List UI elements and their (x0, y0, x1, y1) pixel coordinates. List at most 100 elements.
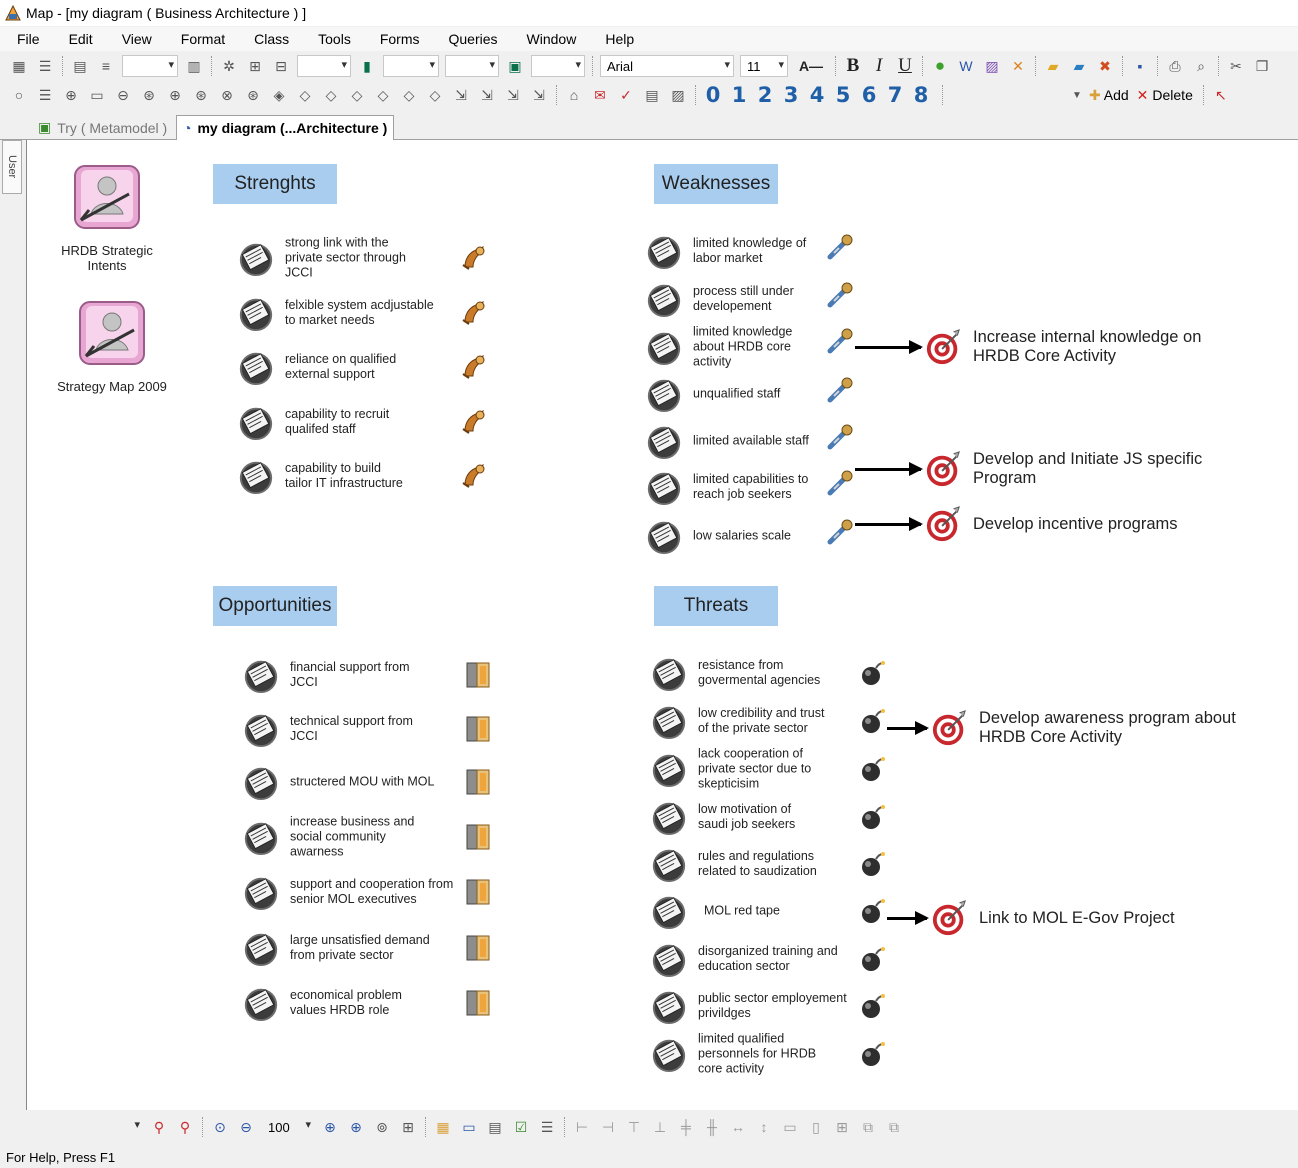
view-combo[interactable] (9, 1116, 143, 1138)
space-horizontal-icon[interactable]: ↔ (728, 1117, 748, 1137)
check-box-icon[interactable]: ☑ (511, 1117, 531, 1137)
minus-circle-icon[interactable]: ⊖ (113, 85, 133, 105)
diamond-icon[interactable]: ◇ (425, 85, 445, 105)
diamond-icon[interactable]: ◇ (295, 85, 315, 105)
order-icon[interactable]: ⧉ (884, 1117, 904, 1137)
zoom-out-icon[interactable]: ⊖ (236, 1117, 256, 1137)
network-icon[interactable]: ✲ (219, 56, 239, 76)
threat-item[interactable]: rules and regulations related to saudiza… (650, 843, 890, 885)
weakness-item[interactable]: limited knowledge of labor market (645, 230, 860, 272)
weakness-item[interactable]: process still under developement (645, 278, 860, 320)
align-right-icon[interactable]: ⊣ (598, 1117, 618, 1137)
zoom-fit-icon[interactable]: ⊚ (372, 1117, 392, 1137)
font-name-select[interactable]: Arial (600, 55, 734, 77)
close-folder-icon[interactable]: ✖ (1095, 56, 1115, 76)
list-shape-icon[interactable]: ☰ (35, 85, 55, 105)
menu-file[interactable]: File (0, 31, 52, 47)
strength-item[interactable]: reliance on qualified external support (237, 346, 497, 388)
font-color-icon[interactable]: A— (794, 56, 828, 76)
threats-header[interactable]: Threats (654, 586, 778, 626)
grid-icon[interactable]: ⊞ (245, 56, 265, 76)
weakness-item[interactable]: unqualified staff (645, 373, 860, 415)
opportunities-header[interactable]: Opportunities (213, 586, 337, 626)
border-width-combo[interactable] (531, 55, 585, 77)
goal-incentive-programs[interactable]: Develop incentive programs (855, 505, 1178, 543)
same-height-icon[interactable]: ▯ (806, 1117, 826, 1137)
align-top-icon[interactable]: ⊤ (624, 1117, 644, 1137)
open-folder-icon[interactable]: ▰ (1043, 56, 1063, 76)
line-style-icon[interactable]: ▤ (70, 56, 90, 76)
goal-awareness-program[interactable]: Develop awareness program about HRDB Cor… (887, 709, 1236, 747)
cut-icon[interactable]: ✂ (1226, 56, 1246, 76)
box-icon[interactable]: ▤ (642, 85, 662, 105)
group-icon[interactable]: ⊞ (832, 1117, 852, 1137)
goal-increase-knowledge[interactable]: Increase internal knowledge on HRDB Core… (855, 328, 1201, 366)
weaknesses-header[interactable]: Weaknesses (654, 164, 778, 204)
align-bottom-icon[interactable]: ⊥ (650, 1117, 670, 1137)
copy-icon[interactable]: ❐ (1252, 56, 1272, 76)
menu-forms[interactable]: Forms (363, 31, 432, 47)
page-arrow-icon[interactable]: ⇲ (451, 85, 471, 105)
pointer-icon[interactable]: ↖ (1211, 85, 1231, 105)
envelope-icon[interactable]: ✉ (590, 85, 610, 105)
strength-item[interactable]: strong link with the private sector thro… (237, 236, 497, 280)
delete-button[interactable]: ✕ Delete (1137, 87, 1193, 104)
flower-circle-icon[interactable]: ⊛ (243, 85, 263, 105)
weakness-item[interactable]: limited knowledge about HRDB core activi… (645, 325, 860, 369)
opportunity-item[interactable]: financial support from JCCI (242, 654, 502, 696)
gear-circle-icon[interactable]: ⊕ (165, 85, 185, 105)
level-7-button[interactable]: 7 (882, 83, 908, 107)
strategy-map-2009-object[interactable]: Strategy Map 2009 (47, 300, 177, 394)
threat-item[interactable]: resistance from govermental agencies (650, 652, 890, 694)
fit-page-icon[interactable]: ⊞ (398, 1117, 418, 1137)
circle-shape-icon[interactable]: ○ (9, 85, 29, 105)
menu-view[interactable]: View (105, 31, 164, 47)
threat-item[interactable]: lack cooperation of private sector due t… (650, 747, 890, 791)
threat-item[interactable]: MOL red tape (650, 890, 890, 932)
font-size-select[interactable]: 11 (740, 55, 788, 77)
asterisk-circle-icon[interactable]: ⊛ (191, 85, 211, 105)
line-combo[interactable] (122, 55, 178, 77)
binoculars-icon[interactable]: ⚲ (149, 1117, 169, 1137)
menu-edit[interactable]: Edit (52, 31, 105, 47)
diagram-canvas[interactable]: HRDB Strategic Intents Strategy Map 2009… (26, 140, 1298, 1110)
opportunity-item[interactable]: structered MOU with MOL (242, 761, 502, 803)
page-arrow-icon[interactable]: ⇲ (529, 85, 549, 105)
diamond-icon[interactable]: ◇ (321, 85, 341, 105)
panel-icon[interactable]: ▤ (485, 1117, 505, 1137)
user-panel-tab[interactable]: User (2, 140, 22, 194)
same-width-icon[interactable]: ▭ (780, 1117, 800, 1137)
align-middle-icon[interactable]: ╫ (702, 1117, 722, 1137)
snap-icon[interactable]: ⊟ (271, 56, 291, 76)
threat-item[interactable]: low credibility and trust of the private… (650, 700, 890, 742)
goal-js-program[interactable]: Develop and Initiate JS specific Program (855, 450, 1202, 488)
zoom-in-icon[interactable]: ⊕ (320, 1117, 340, 1137)
check-icon[interactable]: ✓ (616, 85, 636, 105)
menu-help[interactable]: Help (588, 31, 646, 47)
tab-metamodel[interactable]: ▣ Try ( Metamodel ) (32, 115, 173, 140)
word-export-icon[interactable]: W (956, 56, 976, 76)
fill-icon[interactable]: ▮ (357, 56, 377, 76)
zoom-reset-icon[interactable]: ⊙ (210, 1117, 230, 1137)
level-8-button[interactable]: 8 (908, 83, 934, 107)
strength-item[interactable]: capability to recruit qualifed staff (237, 401, 497, 443)
threat-item[interactable]: public sector employement privildges (650, 985, 890, 1027)
align-left-icon[interactable]: ⊢ (572, 1117, 592, 1137)
print-icon[interactable]: ▥ (184, 56, 204, 76)
image-icon[interactable]: ▨ (668, 85, 688, 105)
threat-item[interactable]: disorganized training and education sect… (650, 938, 890, 980)
diamond-icon[interactable]: ◇ (347, 85, 367, 105)
shape-combo[interactable] (297, 55, 351, 77)
diamond-icon[interactable]: ◇ (399, 85, 419, 105)
layout-icon[interactable]: ▦ (433, 1117, 453, 1137)
threat-item[interactable]: low motivation of saudi job seekers (650, 796, 890, 838)
menu-queries[interactable]: Queries (432, 31, 510, 47)
weakness-item[interactable]: limited available staff (645, 420, 860, 462)
print-preview-icon[interactable]: ⎙ (1165, 56, 1185, 76)
bold-icon[interactable]: B (843, 55, 863, 76)
menu-format[interactable]: Format (164, 31, 237, 47)
level-4-button[interactable]: 4 (804, 83, 830, 107)
opportunity-item[interactable]: support and cooperation from senior MOL … (242, 871, 502, 913)
border-icon[interactable]: ▣ (505, 56, 525, 76)
level-3-button[interactable]: 3 (778, 83, 804, 107)
